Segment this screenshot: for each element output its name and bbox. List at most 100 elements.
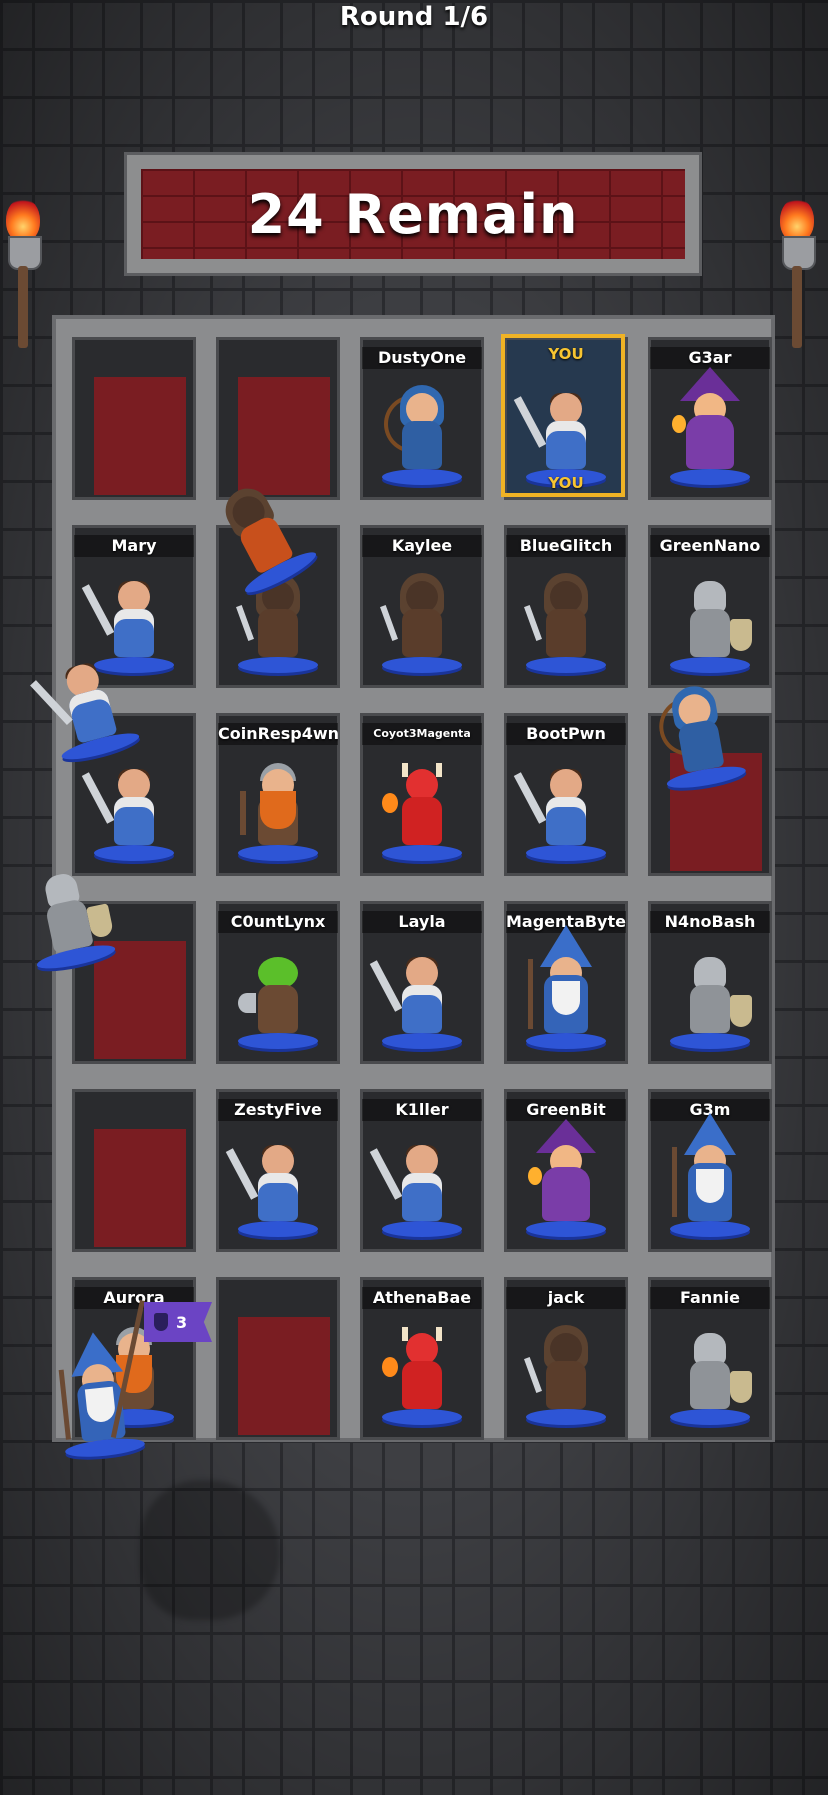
armor-figurine — [670, 1309, 752, 1429]
remaining-count-text: 24 Remain — [247, 182, 579, 246]
you-label-top: YOU — [548, 345, 584, 363]
figurine-body — [402, 421, 442, 469]
player-slot-you: YOU YOU — [501, 334, 628, 500]
player-name: Fannie — [650, 1287, 770, 1309]
player-slot: K1ller — [360, 1089, 484, 1252]
sword-icon — [513, 772, 547, 824]
right-torch — [778, 198, 818, 348]
remaining-banner-panel: 24 Remain — [141, 169, 685, 259]
figurine-base — [670, 1033, 750, 1049]
player-name: ZestyFive — [218, 1099, 338, 1121]
figurine-body — [402, 797, 442, 845]
figurine-body — [114, 609, 154, 657]
dagger-icon — [236, 605, 254, 641]
figurine-base — [238, 657, 318, 673]
figurine-body — [402, 985, 442, 1033]
empty-slot — [216, 1277, 340, 1440]
player-name: Layla — [362, 911, 482, 933]
figurine-base — [670, 1221, 750, 1237]
rogue-figurine — [524, 1309, 606, 1429]
player-slot: BlueGlitch — [504, 525, 628, 688]
player-slot: BootPwn — [504, 713, 628, 876]
figurine-body — [44, 898, 94, 954]
torch-stick — [792, 266, 802, 348]
figurine-body — [546, 421, 586, 469]
figurine-body — [402, 609, 442, 657]
sword-icon — [30, 680, 73, 726]
player-slot: CoinResp4wn — [216, 713, 340, 876]
remaining-banner: 24 Remain — [124, 152, 702, 276]
knight-figurine — [225, 1121, 318, 1241]
team-flag: 3 — [110, 1300, 212, 1438]
floor-shadow — [140, 1480, 280, 1620]
player-slot: G3m — [648, 1089, 772, 1252]
player-name: GreenBit — [506, 1099, 626, 1121]
figurine-base — [382, 845, 462, 861]
rogue-figurine — [380, 557, 462, 677]
flag-count: 3 — [176, 1312, 188, 1332]
player-slot: N4noBash — [648, 901, 772, 1064]
knight-figurine — [81, 745, 174, 865]
knight-figurine — [513, 745, 606, 865]
player-slot: Kaylee — [360, 525, 484, 688]
armor-figurine — [670, 933, 752, 1053]
torch-holder — [8, 236, 42, 270]
shield-icon — [730, 995, 752, 1027]
player-slot: jack — [504, 1277, 628, 1440]
player-slot: DustyOne — [360, 337, 484, 500]
shield-icon — [730, 1371, 752, 1403]
figurine-body — [690, 609, 730, 657]
player-name: BootPwn — [506, 723, 626, 745]
fire-orb-icon — [672, 415, 686, 433]
figurine-base — [94, 845, 174, 861]
knight-figurine — [513, 369, 606, 489]
figurine-beard — [260, 791, 296, 829]
figurine-base — [670, 469, 750, 485]
figurine-body — [258, 1173, 298, 1221]
figurine-base — [238, 1221, 318, 1237]
player-slot: ZestyFive — [216, 1089, 340, 1252]
figurine-base — [238, 1033, 318, 1049]
figurine-base — [526, 657, 606, 673]
figurine-base — [238, 845, 318, 861]
dagger-icon — [524, 1357, 542, 1393]
player-slot: Fannie — [648, 1277, 772, 1440]
figurine-base — [670, 1409, 750, 1425]
player-name: jack — [506, 1287, 626, 1309]
figurine-base — [526, 845, 606, 861]
figurine-base — [382, 657, 462, 673]
torch-stick — [18, 266, 28, 348]
demon-figurine — [382, 745, 462, 865]
player-name: DustyOne — [362, 347, 482, 369]
sword-icon — [369, 1148, 403, 1200]
wizard-figurine — [526, 925, 606, 1053]
player-name: Kaylee — [362, 535, 482, 557]
empty-slot-backdrop — [238, 1317, 330, 1435]
staff-icon — [528, 959, 533, 1029]
empty-slot — [72, 337, 196, 500]
witch-figurine — [670, 367, 750, 489]
player-name: K1ller — [362, 1099, 482, 1121]
empty-slot-backdrop — [94, 1129, 186, 1247]
sword-icon — [81, 584, 115, 636]
player-name: C0untLynx — [218, 911, 338, 933]
figurine-base — [382, 1409, 462, 1425]
player-slot: GreenBit — [504, 1089, 628, 1252]
figurine-body — [690, 985, 730, 1033]
rogue-figurine — [524, 557, 606, 677]
figurine-body — [546, 609, 586, 657]
fireball-icon — [382, 793, 398, 813]
figurine-base — [64, 1435, 146, 1460]
figurine-base — [382, 1221, 462, 1237]
axe-icon — [238, 993, 256, 1013]
dagger-icon — [380, 605, 398, 641]
figurine-body — [258, 609, 298, 657]
witch-figurine — [526, 1119, 606, 1241]
knight-figurine — [369, 933, 462, 1053]
figurine-body — [690, 1361, 730, 1409]
armor-figurine — [670, 557, 752, 677]
sword-icon — [513, 396, 547, 448]
fire-orb-icon — [528, 1167, 542, 1185]
figurine-base — [526, 1409, 606, 1425]
player-slot: AthenaBae — [360, 1277, 484, 1440]
